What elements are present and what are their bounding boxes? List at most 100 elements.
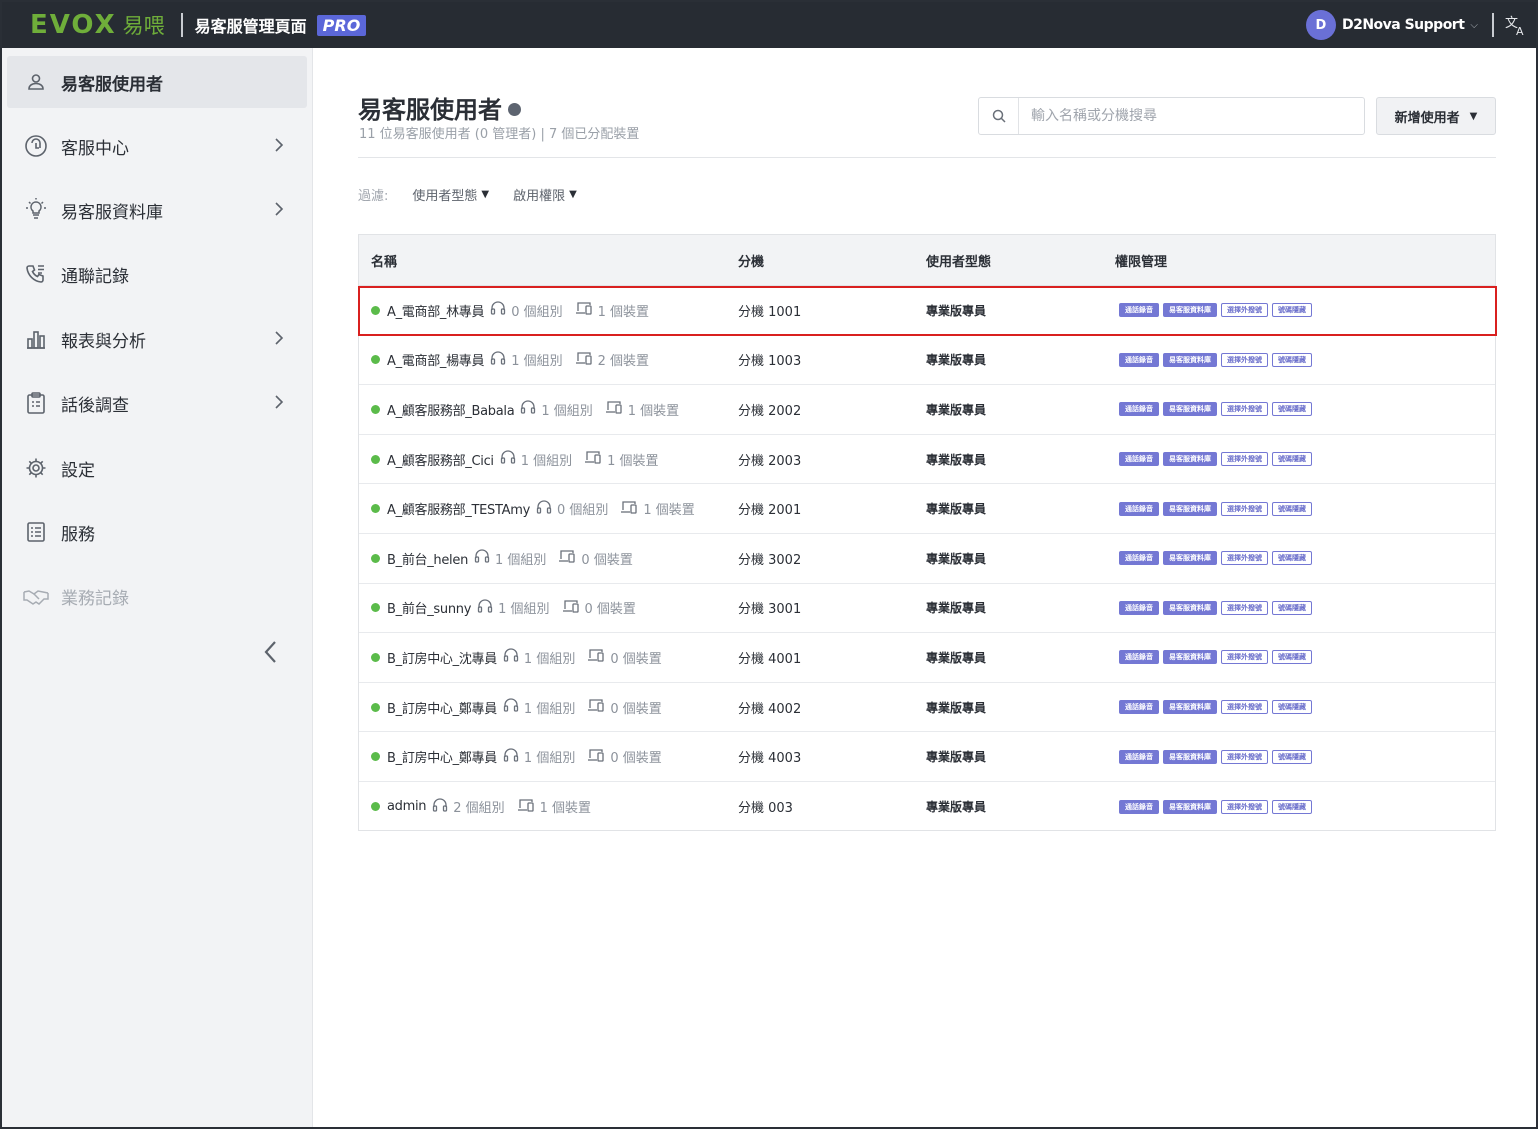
permission-tag[interactable]: 通話錄音 bbox=[1119, 303, 1159, 318]
permission-tag[interactable]: 通話錄音 bbox=[1119, 402, 1159, 417]
user-name-link[interactable]: A_電商部_楊專員 bbox=[387, 350, 485, 369]
permission-tag[interactable]: 選擇外撥號 bbox=[1221, 600, 1268, 615]
permission-tag[interactable]: 號碼隱藏 bbox=[1272, 551, 1312, 566]
permission-tag[interactable]: 號碼隱藏 bbox=[1272, 303, 1312, 318]
permissions-cell: 通話錄音 易客服資料庫 選擇外撥號 號碼隱藏 bbox=[1119, 584, 1312, 633]
device-icon bbox=[584, 450, 607, 468]
caret-down-icon: ▼ bbox=[569, 189, 577, 200]
table-row[interactable]: B_訂房中心_鄭專員 1 個組別 0 個裝置 分機 4003 專業版專員 通話錄音 易客服資… bbox=[359, 732, 1495, 782]
permission-tag[interactable]: 選擇外撥號 bbox=[1221, 551, 1268, 566]
permission-tags: 通話錄音 易客服資料庫 選擇外撥號 號碼隱藏 bbox=[1119, 700, 1312, 715]
permission-tag[interactable]: 通話錄音 bbox=[1119, 452, 1159, 467]
permission-tag[interactable]: 選擇外撥號 bbox=[1221, 402, 1268, 417]
devices-count: 0 個裝置 bbox=[587, 698, 662, 717]
groups-count: 1 個組別 bbox=[503, 747, 575, 766]
sidebar-item-users[interactable]: 易客服使用者 bbox=[7, 56, 307, 108]
search-input[interactable] bbox=[1019, 108, 1349, 124]
sidebar-item-survey[interactable]: 話後調查 bbox=[7, 377, 307, 429]
user-name-link[interactable]: B_前台_sunny bbox=[387, 598, 471, 617]
permission-tag[interactable]: 選擇外撥號 bbox=[1221, 650, 1268, 665]
user-name-link[interactable]: B_訂房中心_鄭專員 bbox=[387, 698, 497, 717]
permission-tag[interactable]: 易客服資料庫 bbox=[1163, 749, 1217, 764]
permission-tag[interactable]: 號碼隱藏 bbox=[1272, 452, 1312, 467]
groups-text: 1 個組別 bbox=[541, 403, 593, 419]
permission-tag[interactable]: 號碼隱藏 bbox=[1272, 749, 1312, 764]
user-name-link[interactable]: admin bbox=[387, 799, 427, 814]
permission-tag[interactable]: 通話錄音 bbox=[1119, 749, 1159, 764]
permission-tag[interactable]: 通話錄音 bbox=[1119, 600, 1159, 615]
sidebar-item-service-center[interactable]: 客服中心 bbox=[7, 120, 307, 172]
sidebar-item-call-records[interactable]: 通聯記錄 bbox=[7, 248, 307, 300]
device-icon bbox=[620, 500, 643, 518]
name-cell: B_訂房中心_鄭專員 1 個組別 0 個裝置 bbox=[371, 683, 662, 732]
permission-tag[interactable]: 通話錄音 bbox=[1119, 352, 1159, 367]
permission-tag[interactable]: 號碼隱藏 bbox=[1272, 352, 1312, 367]
sidebar-item-reports[interactable]: 報表與分析 bbox=[7, 313, 307, 365]
header-extension[interactable]: 分機 bbox=[738, 251, 764, 270]
permission-tag[interactable]: 通話錄音 bbox=[1119, 700, 1159, 715]
user-name-link[interactable]: B_訂房中心_沈專員 bbox=[387, 648, 497, 667]
user-name-link[interactable]: A_顧客服務部_Cici bbox=[387, 450, 494, 469]
permission-tag[interactable]: 號碼隱藏 bbox=[1272, 799, 1312, 814]
permission-tag[interactable]: 易客服資料庫 bbox=[1163, 799, 1217, 814]
filter-permission-dropdown[interactable]: 啟用權限 ▼ bbox=[513, 185, 577, 204]
table-row[interactable]: A_電商部_林專員 0 個組別 1 個裝置 分機 1001 專業版專員 通話錄音 易客服資料… bbox=[359, 286, 1495, 336]
permission-tag[interactable]: 號碼隱藏 bbox=[1272, 700, 1312, 715]
table-row[interactable]: A_顧客服務部_TESTAmy 0 個組別 1 個裝置 分機 2001 專業版專員 通話錄… bbox=[359, 484, 1495, 534]
user-name-link[interactable]: A_顧客服務部_TESTAmy bbox=[387, 499, 530, 518]
permission-tag[interactable]: 易客服資料庫 bbox=[1163, 700, 1217, 715]
add-user-button[interactable]: 新增使用者 ▼ bbox=[1376, 97, 1496, 135]
permission-tag[interactable]: 選擇外撥號 bbox=[1221, 303, 1268, 318]
permission-tag[interactable]: 通話錄音 bbox=[1119, 799, 1159, 814]
permission-tag[interactable]: 選擇外撥號 bbox=[1221, 799, 1268, 814]
permission-tag[interactable]: 選擇外撥號 bbox=[1221, 749, 1268, 764]
permission-tag[interactable]: 易客服資料庫 bbox=[1163, 501, 1217, 516]
permission-tag[interactable]: 易客服資料庫 bbox=[1163, 303, 1217, 318]
permission-tag[interactable]: 號碼隱藏 bbox=[1272, 650, 1312, 665]
user-name-link[interactable]: B_訂房中心_鄭專員 bbox=[387, 747, 497, 766]
sidebar-item-settings[interactable]: 設定 bbox=[7, 442, 307, 494]
translate-icon[interactable]: 文 A bbox=[1504, 13, 1528, 37]
device-icon bbox=[587, 648, 610, 666]
permission-tag[interactable]: 選擇外撥號 bbox=[1221, 452, 1268, 467]
sidebar-item-business-records[interactable]: 業務記錄 bbox=[7, 570, 307, 622]
table-row[interactable]: B_前台_helen 1 個組別 0 個裝置 分機 3002 專業版專員 通話錄音 易客服資… bbox=[359, 534, 1495, 584]
permission-tag[interactable]: 易客服資料庫 bbox=[1163, 452, 1217, 467]
brand-logo[interactable]: EVOX 易喂 bbox=[30, 2, 165, 48]
permission-tag[interactable]: 通話錄音 bbox=[1119, 501, 1159, 516]
table-row[interactable]: A_顧客服務部_Babala 1 個組別 1 個裝置 分機 2002 專業版專員 通話錄音… bbox=[359, 385, 1495, 435]
permission-tag[interactable]: 通話錄音 bbox=[1119, 551, 1159, 566]
permission-tag[interactable]: 選擇外撥號 bbox=[1221, 700, 1268, 715]
permission-tag[interactable]: 通話錄音 bbox=[1119, 650, 1159, 665]
sidebar-item-service[interactable]: 服務 bbox=[7, 506, 307, 558]
permission-tag[interactable]: 號碼隱藏 bbox=[1272, 402, 1312, 417]
permission-tag[interactable]: 號碼隱藏 bbox=[1272, 501, 1312, 516]
table-row[interactable]: A_電商部_楊專員 1 個組別 2 個裝置 分機 1003 專業版專員 通話錄音 易客服資料… bbox=[359, 336, 1495, 386]
headset-icon bbox=[490, 351, 511, 369]
permission-tag[interactable]: 易客服資料庫 bbox=[1163, 650, 1217, 665]
permission-tag[interactable]: 易客服資料庫 bbox=[1163, 551, 1217, 566]
permission-tag[interactable]: 易客服資料庫 bbox=[1163, 402, 1217, 417]
collapse-sidebar-icon[interactable] bbox=[260, 638, 282, 666]
user-name-link[interactable]: A_電商部_林專員 bbox=[387, 301, 485, 320]
table-row[interactable]: B_前台_sunny 1 個組別 0 個裝置 分機 3001 專業版專員 通話錄音 易客服資… bbox=[359, 584, 1495, 634]
sidebar-item-knowledge-base[interactable]: 易客服資料庫 bbox=[7, 184, 307, 236]
table-row[interactable]: B_訂房中心_沈專員 1 個組別 0 個裝置 分機 4001 專業版專員 通話錄音 易客服資… bbox=[359, 633, 1495, 683]
table-row[interactable]: admin 2 個組別 1 個裝置 分機 003 專業版專員 通話錄音 易客服資料庫 選擇外撥… bbox=[359, 782, 1495, 832]
chevron-right-icon bbox=[275, 395, 284, 409]
filter-user-type-dropdown[interactable]: 使用者型態 ▼ bbox=[412, 185, 489, 204]
permission-tag[interactable]: 號碼隱藏 bbox=[1272, 600, 1312, 615]
table-row[interactable]: A_顧客服務部_Cici 1 個組別 1 個裝置 分機 2003 專業版專員 通話錄音 易客… bbox=[359, 435, 1495, 485]
user-name-link[interactable]: A_顧客服務部_Babala bbox=[387, 400, 515, 419]
info-icon[interactable] bbox=[508, 103, 521, 116]
user-type-cell: 專業版專員 bbox=[926, 303, 987, 318]
table-row[interactable]: B_訂房中心_鄭專員 1 個組別 0 個裝置 分機 4002 專業版專員 通話錄音 易客服資… bbox=[359, 683, 1495, 733]
header-user-type[interactable]: 使用者型態 bbox=[926, 251, 991, 270]
header-name[interactable]: 名稱 bbox=[371, 251, 397, 270]
permission-tag[interactable]: 選擇外撥號 bbox=[1221, 501, 1268, 516]
user-name-link[interactable]: B_前台_helen bbox=[387, 549, 468, 568]
permission-tag[interactable]: 選擇外撥號 bbox=[1221, 352, 1268, 367]
user-menu[interactable]: D D2Nova Support ⌵ bbox=[1305, 9, 1478, 41]
permission-tag[interactable]: 易客服資料庫 bbox=[1163, 352, 1217, 367]
permission-tag[interactable]: 易客服資料庫 bbox=[1163, 600, 1217, 615]
